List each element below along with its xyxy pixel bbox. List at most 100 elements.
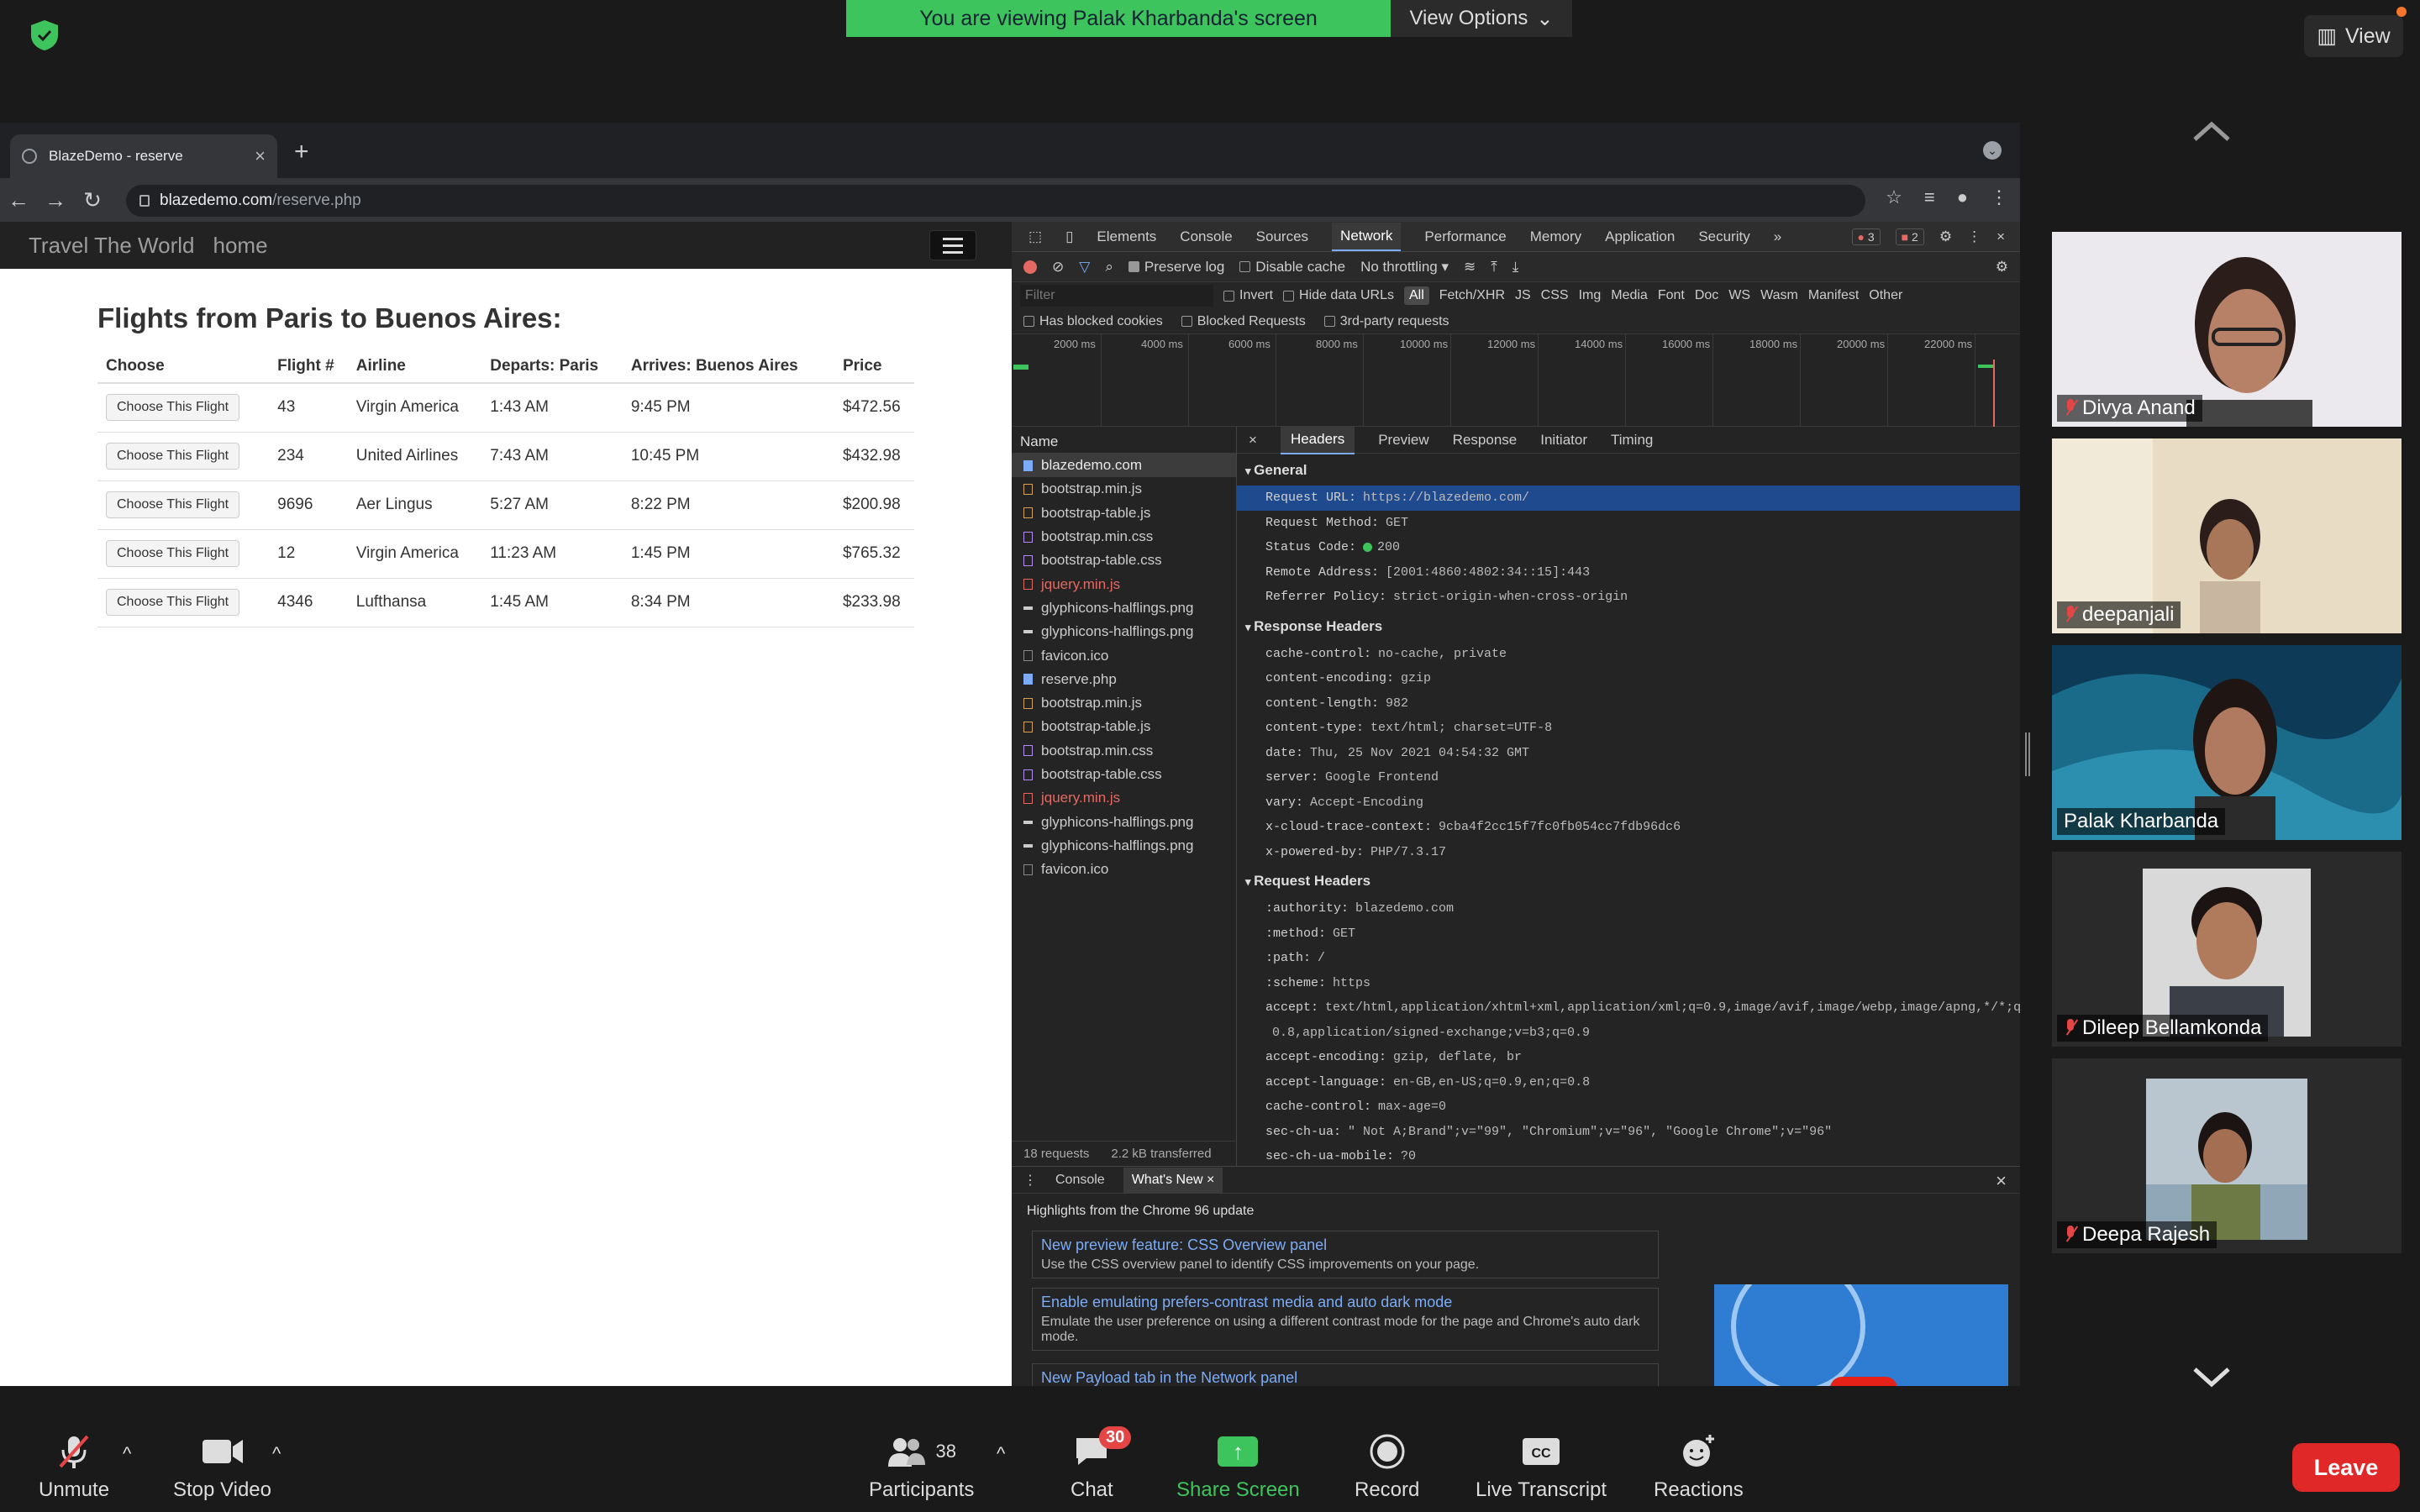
split-resize-handle[interactable] — [2025, 732, 2030, 776]
import-har-icon[interactable]: ⤒ — [1491, 259, 1497, 276]
request-row[interactable]: favicon.ico — [1012, 643, 1236, 667]
name-column-header[interactable]: Name — [1012, 427, 1236, 454]
settings-gear-icon[interactable]: ⚙ — [1939, 228, 1952, 245]
request-row[interactable]: jquery.min.js — [1012, 572, 1236, 596]
tab-headers[interactable]: Headers — [1280, 427, 1355, 454]
filter-type-img[interactable]: Img — [1579, 288, 1602, 303]
whats-new-title[interactable]: New preview feature: CSS Overview panel — [1041, 1236, 1649, 1254]
network-settings-icon[interactable]: ⚙ — [1996, 259, 2020, 276]
tab-response[interactable]: Response — [1453, 432, 1518, 449]
video-options-caret-icon[interactable]: ^ — [272, 1443, 281, 1465]
disable-cache-checkbox[interactable]: Disable cache — [1239, 259, 1345, 276]
request-row[interactable]: favicon.ico — [1012, 858, 1236, 881]
filter-type-all[interactable]: All — [1403, 286, 1429, 305]
hide-data-urls-checkbox[interactable]: Hide data URLs — [1283, 288, 1394, 303]
request-row[interactable]: glyphicons-halflings.png — [1012, 596, 1236, 620]
request-row[interactable]: bootstrap.min.js — [1012, 691, 1236, 715]
filter-type-js[interactable]: JS — [1515, 288, 1531, 303]
chevron-down-icon[interactable] — [2191, 1364, 2232, 1389]
request-row[interactable]: jquery.min.js — [1012, 786, 1236, 810]
issue-count-badge[interactable]: ■ 2 — [1895, 228, 1924, 245]
participant-tile[interactable]: Deepa Rajesh — [2052, 1058, 2402, 1253]
close-tab-icon[interactable]: × — [255, 145, 266, 167]
drawer-menu-icon[interactable]: ⋮ — [1023, 1172, 1037, 1189]
choose-flight-button[interactable]: Choose This Flight — [106, 540, 240, 567]
request-row[interactable]: blazedemo.com — [1012, 454, 1236, 478]
filter-type-doc[interactable]: Doc — [1695, 288, 1718, 303]
menu-icon[interactable]: ⋮ — [1990, 186, 2008, 208]
forward-icon[interactable]: → — [37, 187, 74, 213]
request-row[interactable]: reserve.php — [1012, 668, 1236, 691]
leave-button[interactable]: Leave — [2292, 1443, 2400, 1492]
preserve-log-checkbox[interactable]: Preserve log — [1128, 259, 1224, 276]
participant-tile[interactable]: deepanjali — [2052, 438, 2402, 633]
site-brand[interactable]: Travel The World — [29, 233, 194, 259]
filter-type-css[interactable]: CSS — [1541, 288, 1569, 303]
close-devtools-icon[interactable]: × — [1996, 228, 2005, 245]
request-row[interactable]: bootstrap.min.js — [1012, 477, 1236, 501]
export-har-icon[interactable]: ⤓ — [1512, 259, 1519, 276]
general-section-title[interactable]: General — [1237, 454, 2020, 486]
chevron-up-icon[interactable] — [2191, 119, 2232, 144]
filter-type-media[interactable]: Media — [1611, 288, 1648, 303]
stop-video-button[interactable]: Stop Video — [173, 1433, 271, 1502]
record-button[interactable]: Record — [1355, 1433, 1419, 1502]
participants-button[interactable]: 38 Participants — [869, 1433, 974, 1502]
tab-timing[interactable]: Timing — [1611, 432, 1653, 449]
tab-elements[interactable]: Elements — [1097, 228, 1156, 245]
whats-new-item[interactable]: New Payload tab in the Network panel — [1032, 1363, 1659, 1386]
blocked-requests-checkbox[interactable]: Blocked Requests — [1181, 314, 1306, 329]
view-options-button[interactable]: View Options ⌄ — [1391, 0, 1572, 37]
tab-preview[interactable]: Preview — [1378, 432, 1428, 449]
error-count-badge[interactable]: ● 3 — [1851, 228, 1881, 245]
tab-performance[interactable]: Performance — [1424, 228, 1506, 245]
request-row[interactable]: bootstrap-table.js — [1012, 715, 1236, 738]
response-headers-title[interactable]: Response Headers — [1237, 610, 2020, 642]
drawer-tab-console[interactable]: Console — [1055, 1173, 1105, 1188]
share-screen-button[interactable]: ↑ Share Screen — [1176, 1433, 1300, 1502]
whats-new-video-thumbnail[interactable]: new — [1714, 1284, 2008, 1386]
tab-sources[interactable]: Sources — [1256, 228, 1308, 245]
nav-home-link[interactable]: home — [213, 233, 267, 259]
unmute-button[interactable]: Unmute — [39, 1433, 109, 1502]
request-row[interactable]: bootstrap-table.js — [1012, 501, 1236, 525]
participant-tile[interactable]: Dileep Bellamkonda — [2052, 852, 2402, 1047]
record-icon[interactable] — [1023, 260, 1037, 274]
tab-memory[interactable]: Memory — [1530, 228, 1581, 245]
participant-tile[interactable]: Divya Anand — [2052, 232, 2402, 427]
choose-flight-button[interactable]: Choose This Flight — [106, 589, 240, 616]
clear-icon[interactable]: ⊘ — [1052, 259, 1064, 276]
filter-type-font[interactable]: Font — [1658, 288, 1685, 303]
request-row[interactable]: glyphicons-halflings.png — [1012, 834, 1236, 858]
whats-new-item[interactable]: Enable emulating prefers-contrast media … — [1032, 1288, 1659, 1351]
more-tabs-icon[interactable]: » — [1774, 228, 1781, 245]
back-icon[interactable]: ← — [0, 187, 37, 213]
close-drawer-icon[interactable]: × — [1996, 1170, 2007, 1192]
browser-tab[interactable]: BlazeDemo - reserve × — [10, 134, 277, 178]
whats-new-item[interactable]: New preview feature: CSS Overview panel … — [1032, 1231, 1659, 1278]
filter-type-manifest[interactable]: Manifest — [1808, 288, 1859, 303]
request-row[interactable]: glyphicons-halflings.png — [1012, 810, 1236, 833]
filter-type-wasm[interactable]: Wasm — [1760, 288, 1798, 303]
live-transcript-button[interactable]: CC Live Transcript — [1476, 1433, 1607, 1502]
request-row[interactable]: bootstrap-table.css — [1012, 549, 1236, 572]
choose-flight-button[interactable]: Choose This Flight — [106, 443, 240, 470]
throttling-select[interactable]: No throttling ▾ — [1360, 259, 1449, 276]
request-headers-title[interactable]: Request Headers — [1237, 864, 2020, 896]
tab-console[interactable]: Console — [1180, 228, 1232, 245]
network-timeline-overview[interactable]: 2000 ms 4000 ms 6000 ms 8000 ms 10000 ms… — [1012, 334, 2020, 427]
filter-type-ws[interactable]: WS — [1728, 288, 1750, 303]
reading-list-icon[interactable]: ≡ — [1924, 186, 1935, 208]
device-toolbar-icon[interactable]: ▯ — [1065, 228, 1073, 245]
request-row[interactable]: bootstrap.min.css — [1012, 525, 1236, 549]
blocked-cookies-checkbox[interactable]: Has blocked cookies — [1023, 314, 1163, 329]
tab-search-icon[interactable]: ⌄ — [1983, 141, 2002, 160]
choose-flight-button[interactable]: Choose This Flight — [106, 394, 240, 422]
filter-type-other[interactable]: Other — [1869, 288, 1902, 303]
view-button[interactable]: ▥ View — [2304, 15, 2403, 57]
wifi-icon[interactable]: ≋ — [1464, 259, 1476, 276]
whats-new-title[interactable]: New Payload tab in the Network panel — [1041, 1369, 1649, 1386]
bookmark-star-icon[interactable]: ☆ — [1886, 186, 1902, 208]
filter-type-fetch[interactable]: Fetch/XHR — [1439, 288, 1505, 303]
filter-funnel-icon[interactable]: ▽ — [1079, 259, 1090, 276]
